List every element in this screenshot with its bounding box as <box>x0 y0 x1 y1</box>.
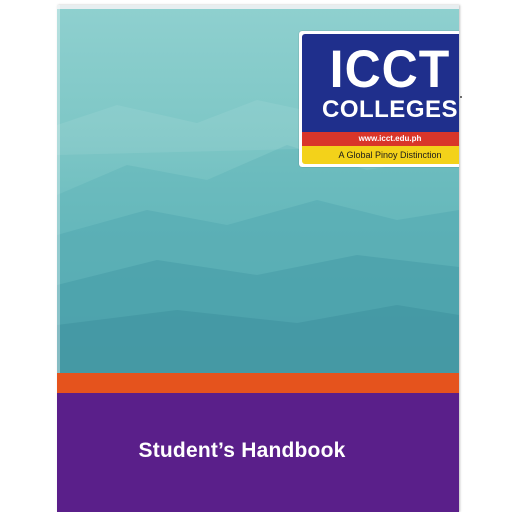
dust-speck <box>460 96 462 98</box>
logo-tagline-text: A Global Pinoy Distinction <box>338 150 442 160</box>
logo-blue-panel: ICCT COLLEGES <box>302 34 459 132</box>
logo-tagline-strip: A Global Pinoy Distinction <box>302 146 459 164</box>
handbook-cover: ICCT COLLEGES www.icct.edu.ph A Global P… <box>57 5 459 512</box>
logo-url-strip: www.icct.edu.ph <box>302 132 459 146</box>
cover-title: Student’s Handbook <box>138 439 346 462</box>
icct-logo-badge: ICCT COLLEGES www.icct.edu.ph A Global P… <box>299 31 459 167</box>
logo-url-text: www.icct.edu.ph <box>358 134 422 143</box>
orange-stripe <box>57 373 459 393</box>
logo-colleges-text: COLLEGES <box>321 96 458 123</box>
teal-cover-area: ICCT COLLEGES www.icct.edu.ph A Global P… <box>57 5 459 373</box>
photo-scene: ICCT COLLEGES www.icct.edu.ph A Global P… <box>0 0 512 512</box>
cover-top-edge <box>57 5 459 9</box>
logo-icct-text: ICCT <box>329 39 451 99</box>
